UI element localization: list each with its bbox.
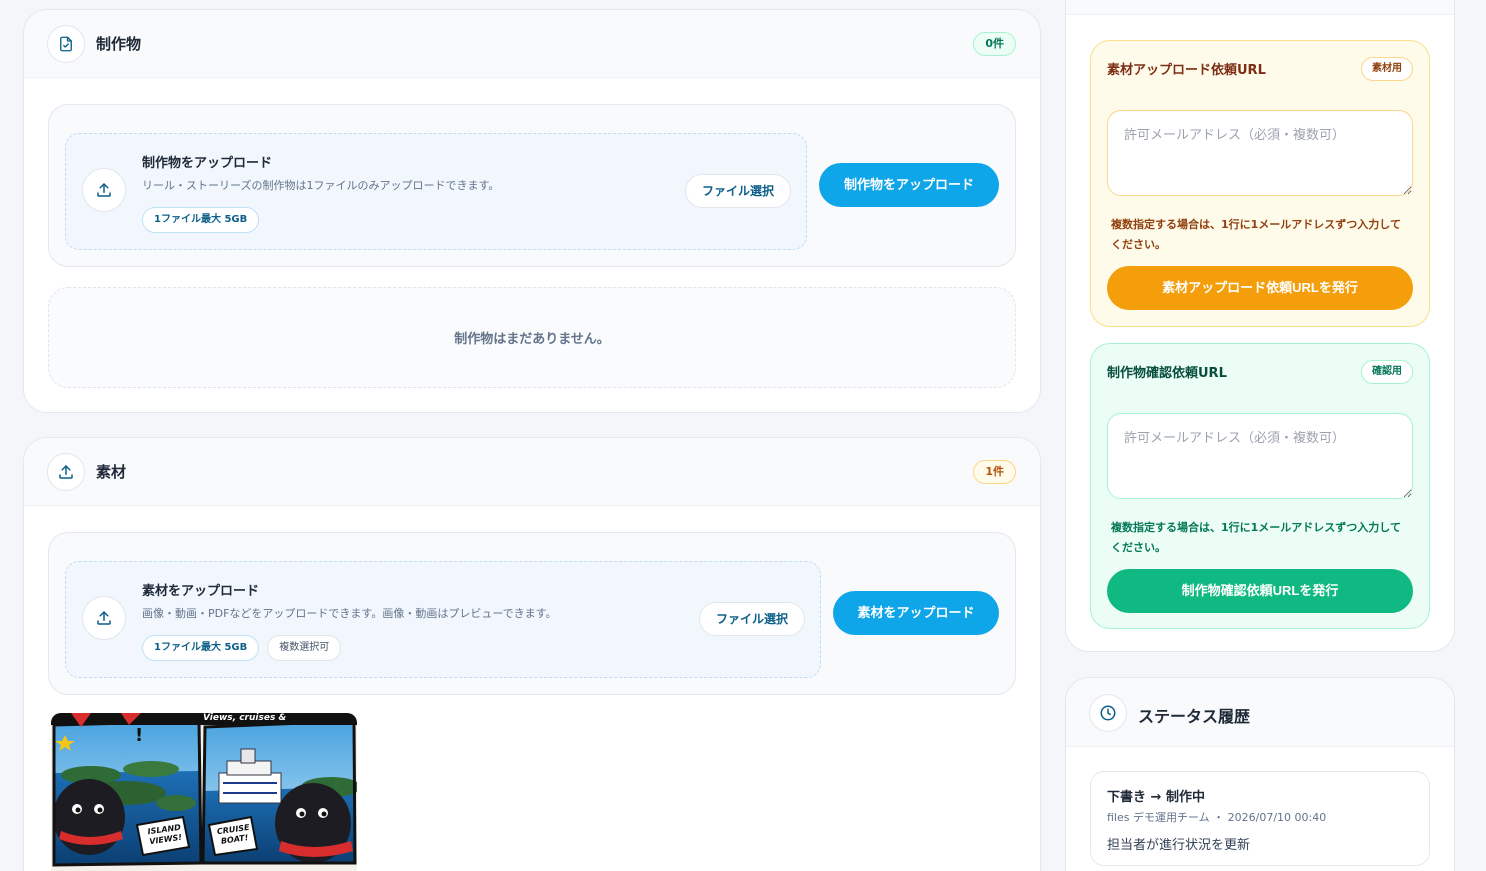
url-requests-card: 素材アップロード依頼URL 素材用 複数指定する場合は、1行に1メールアドレスず… — [1065, 0, 1455, 652]
thumbnail-banner-text: Views, cruises & — [203, 713, 287, 723]
deliverables-empty-state: 制作物はまだありません。 — [48, 287, 1016, 388]
multi-select-chip: 複数選択可 — [267, 635, 342, 661]
history-item-meta: files デモ運用チーム ・ 2026/07/10 00:40 — [1107, 811, 1327, 824]
review-url-title: 制作物確認依頼URL — [1107, 366, 1227, 381]
review-url-issue-button[interactable]: 制作物確認依頼URLを発行 — [1107, 569, 1413, 613]
materials-upload-panel: 素材をアップロード 画像・動画・PDFなどをアップロードできます。画像・動画はプ… — [48, 532, 1016, 695]
url-requests-header-strip — [1066, 0, 1454, 15]
file-check-icon — [47, 25, 85, 63]
size-limit-chip: 1ファイル最大 5GB — [142, 635, 260, 661]
materials-title: 素材 — [96, 463, 127, 481]
material-thumbnail[interactable]: ! Views, cruises & ISLAND VIEWS! CRUISE … — [51, 713, 357, 871]
deliverables-card: 制作物 0件 制作物をアップロード リール・ストーリーズの制作物は1ファイルのみ… — [23, 9, 1041, 413]
deliverables-drop-zone[interactable]: 制作物をアップロード リール・ストーリーズの制作物は1ファイルのみアップロードで… — [65, 133, 807, 250]
clock-icon — [1089, 694, 1127, 732]
materials-chips: 1ファイル最大 5GB 複数選択可 — [142, 635, 342, 661]
deliverables-upload-title: 制作物をアップロード — [142, 156, 273, 171]
deliverables-chips: 1ファイル最大 5GB — [142, 207, 260, 233]
deliverables-count-badge: 0件 — [973, 32, 1016, 56]
deliverables-upload-description: リール・ストーリーズの制作物は1ファイルのみアップロードできます。 — [142, 179, 500, 192]
svg-text:!: ! — [135, 725, 143, 746]
history-item-title: 下書き → 制作中 — [1107, 790, 1205, 805]
deliverables-title: 制作物 — [96, 35, 142, 53]
deliverables-upload-panel: 制作物をアップロード リール・ストーリーズの制作物は1ファイルのみアップロードで… — [48, 104, 1016, 267]
history-item: 下書き → 制作中 files デモ運用チーム ・ 2026/07/10 00:… — [1090, 771, 1430, 866]
size-limit-chip: 1ファイル最大 5GB — [142, 207, 260, 233]
upload-icon — [82, 596, 126, 640]
materials-drop-zone[interactable]: 素材をアップロード 画像・動画・PDFなどをアップロードできます。画像・動画はプ… — [65, 561, 821, 678]
review-url-badge: 確認用 — [1361, 360, 1413, 384]
materials-count-badge: 1件 — [973, 460, 1016, 484]
status-history-card: ステータス履歴 下書き → 制作中 files デモ運用チーム ・ 2026/0… — [1065, 677, 1455, 871]
upload-icon — [47, 453, 85, 491]
history-item-note: 担当者が進行状況を更新 — [1107, 838, 1251, 853]
deliverables-upload-button[interactable]: 制作物をアップロード — [819, 163, 999, 207]
deliverables-header: 制作物 0件 — [24, 10, 1040, 78]
material-url-panel: 素材アップロード依頼URL 素材用 複数指定する場合は、1行に1メールアドレスず… — [1090, 40, 1430, 327]
materials-file-select-button[interactable]: ファイル選択 — [698, 602, 805, 636]
materials-upload-description: 画像・動画・PDFなどをアップロードできます。画像・動画はプレビューできます。 — [142, 607, 557, 620]
materials-header: 素材 1件 — [24, 438, 1040, 506]
review-url-hint: 複数指定する場合は、1行に1メールアドレスずつ入力してください。 — [1111, 521, 1401, 554]
material-url-issue-button[interactable]: 素材アップロード依頼URLを発行 — [1107, 266, 1413, 310]
review-url-panel: 制作物確認依頼URL 確認用 複数指定する場合は、1行に1メールアドレスずつ入力… — [1090, 343, 1430, 629]
review-email-input[interactable] — [1107, 413, 1413, 499]
deliverables-file-select-button[interactable]: ファイル選択 — [684, 174, 791, 208]
material-preview-image: ! — [51, 713, 357, 871]
material-email-input[interactable] — [1107, 110, 1413, 196]
material-url-title: 素材アップロード依頼URL — [1107, 63, 1266, 78]
materials-upload-title: 素材をアップロード — [142, 584, 260, 599]
material-url-badge: 素材用 — [1361, 57, 1413, 81]
upload-icon — [82, 168, 126, 212]
material-url-hint: 複数指定する場合は、1行に1メールアドレスずつ入力してください。 — [1111, 218, 1401, 251]
status-history-title: ステータス履歴 — [1138, 707, 1251, 726]
status-history-header: ステータス履歴 — [1066, 678, 1454, 747]
materials-upload-button[interactable]: 素材をアップロード — [833, 591, 999, 635]
